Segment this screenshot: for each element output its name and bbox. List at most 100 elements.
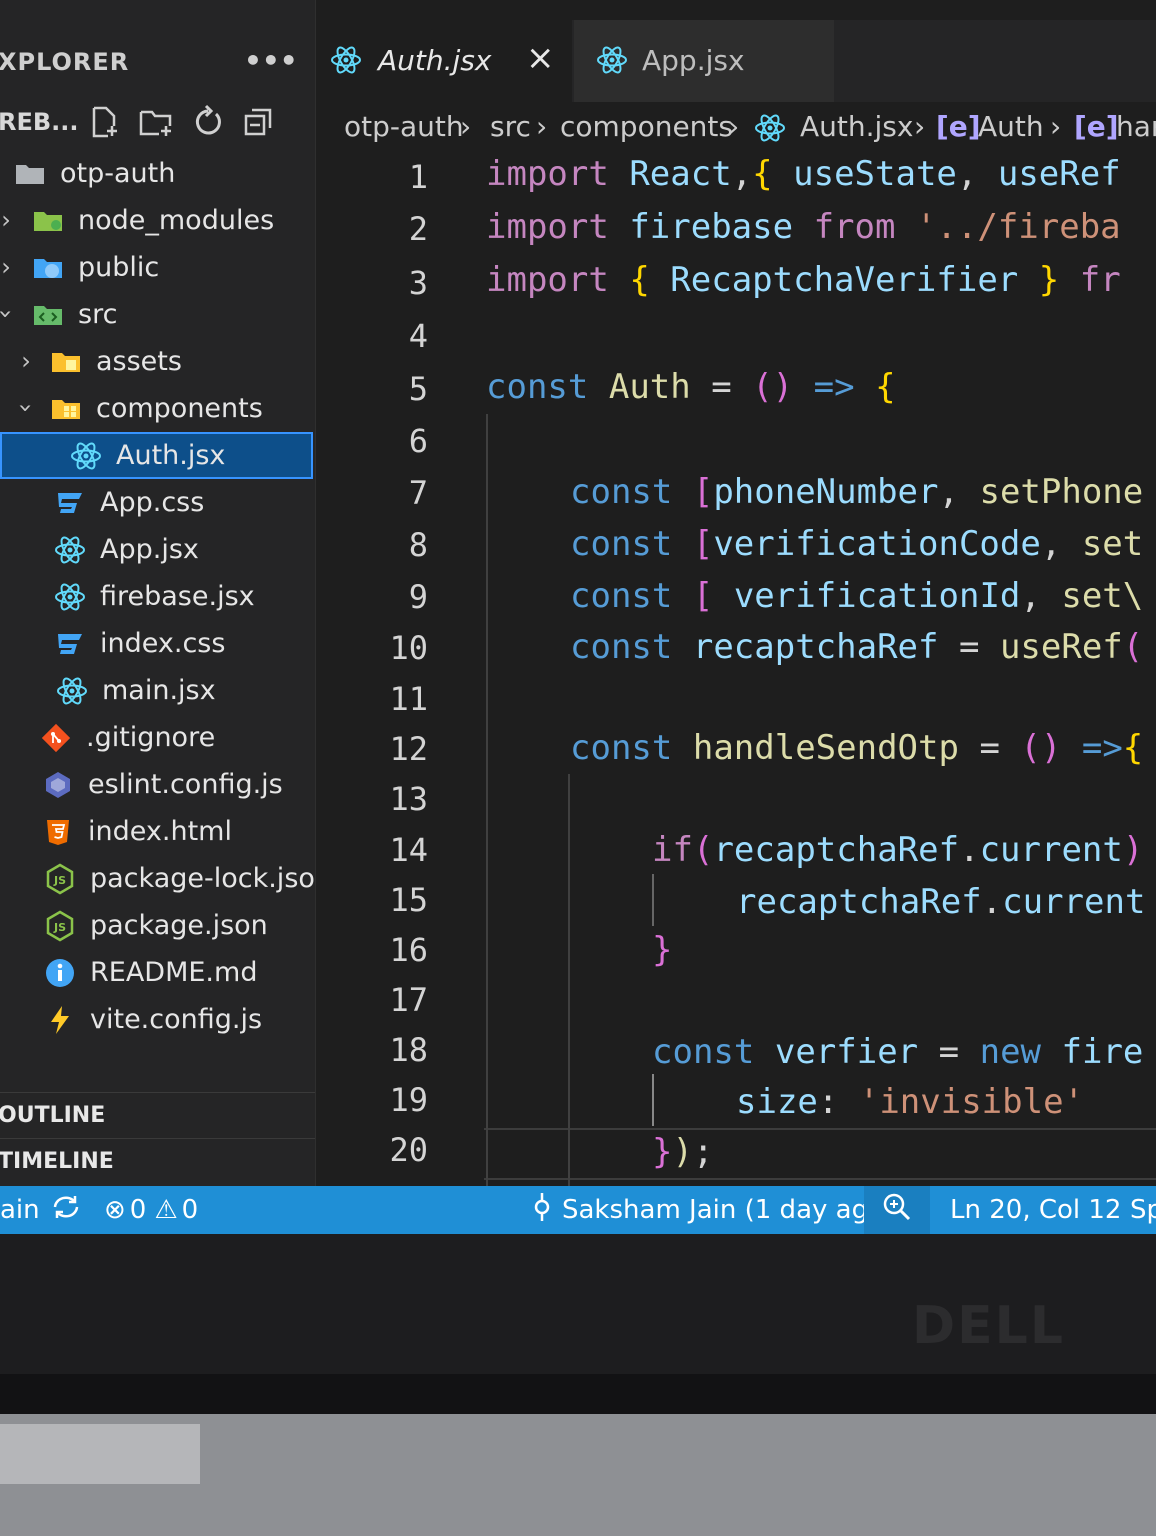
cursor-position[interactable]: Ln 20, Col 12 [950, 1186, 1121, 1234]
project-header[interactable]: REB... [0, 100, 315, 146]
tree-item-public[interactable]: › public [0, 244, 315, 291]
tree-label: vite.config.js [90, 1004, 263, 1035]
svg-text:JS: JS [53, 874, 66, 887]
tree-label: package.json [90, 910, 268, 941]
zoom-status[interactable] [864, 1186, 930, 1234]
tree-item-auth-jsx[interactable]: Auth.jsx [0, 432, 313, 479]
tree-label: assets [96, 346, 182, 377]
tree-item-eslint-config[interactable]: eslint.config.js [0, 761, 315, 808]
breadcrumb-item[interactable]: Auth.jsx [800, 110, 913, 143]
git-blame-status[interactable]: Saksham Jain (1 day ago) [530, 1186, 913, 1234]
code-line: const [phoneNumber, setPhone [570, 472, 1144, 512]
line-number: 10 [389, 629, 428, 667]
new-file-icon[interactable] [86, 104, 122, 140]
tree-item-package-json[interactable]: JS package.json [0, 902, 315, 949]
breadcrumb: otp-auth › src › components › Auth.jsx ›… [316, 102, 1156, 152]
warning-count: 0 [181, 1195, 199, 1225]
chevron-down-icon: › [12, 403, 40, 413]
line-number: 11 [389, 680, 428, 718]
collapse-all-icon[interactable] [242, 104, 278, 140]
tree-item-package-lock[interactable]: JS package-lock.json [0, 855, 332, 902]
refresh-icon[interactable] [190, 104, 226, 140]
assets-folder-icon [50, 346, 82, 378]
explorer-title: XPLORER [0, 48, 130, 76]
tab-bar: Auth.jsx × App.jsx [316, 20, 1156, 102]
code-line: }); [652, 1132, 714, 1172]
tree-item-otp-auth[interactable]: otp-auth [0, 150, 315, 197]
file-tree: otp-auth › node_modules › public › src [0, 150, 332, 1043]
tree-item-app-css[interactable]: App.css [0, 479, 315, 526]
indent-guide [568, 774, 570, 1186]
line-number: 9 [408, 578, 428, 616]
react-icon [54, 581, 86, 613]
error-icon: ⊗ [104, 1195, 126, 1225]
tree-label: .gitignore [86, 722, 216, 753]
html-icon [42, 816, 74, 848]
tab-auth-jsx[interactable]: Auth.jsx × [316, 20, 572, 102]
line-number: 6 [408, 422, 428, 460]
code-line: import firebase from '../fireba [486, 207, 1121, 247]
tree-label: node_modules [78, 205, 275, 236]
code-line: import { RecaptchaVerifier } fr [486, 260, 1121, 300]
code-line: const Auth = () => { [486, 367, 896, 407]
tree-label: src [78, 299, 118, 330]
chevron-right-icon: › [1, 253, 11, 281]
tab-app-jsx[interactable]: App.jsx [574, 20, 834, 102]
outline-section[interactable]: OUTLINE [0, 1092, 315, 1137]
tree-label: README.md [90, 957, 258, 988]
tree-item-node-modules[interactable]: › node_modules [0, 197, 315, 244]
tree-item-vite-config[interactable]: vite.config.js [0, 996, 315, 1043]
git-commit-icon [530, 1191, 554, 1230]
timeline-section[interactable]: TIMELINE [0, 1138, 315, 1183]
indent-guide [652, 874, 654, 926]
tree-item-main-jsx[interactable]: main.jsx [0, 667, 315, 714]
breadcrumb-item[interactable]: components [560, 110, 733, 143]
current-line-highlight [484, 1128, 1156, 1180]
tree-item-index-html[interactable]: index.html [0, 808, 315, 855]
new-folder-icon[interactable] [138, 104, 174, 140]
react-icon [330, 44, 362, 76]
tree-item-gitignore[interactable]: .gitignore [0, 714, 315, 761]
breadcrumb-item[interactable]: Auth [978, 110, 1044, 143]
timeline-label: TIMELINE [0, 1149, 114, 1174]
line-number: 7 [408, 474, 428, 512]
code-editor[interactable]: 1 2 3 4 5 6 7 8 9 10 11 12 13 14 15 16 1… [316, 152, 1156, 1186]
more-actions-icon[interactable]: ••• [244, 44, 298, 77]
git-icon [40, 722, 72, 754]
tree-label: firebase.jsx [100, 581, 255, 612]
code-line: const [verificationCode, set [570, 524, 1144, 564]
problems-status[interactable]: ⊗ 0 ⚠ 0 [104, 1186, 198, 1234]
breadcrumb-item[interactable]: otp-auth [344, 110, 464, 143]
tree-item-readme[interactable]: README.md [0, 949, 315, 996]
tree-item-src[interactable]: › src [0, 291, 315, 338]
react-icon [596, 44, 628, 76]
tree-item-assets[interactable]: › assets [0, 338, 315, 385]
explorer-sidebar: XPLORER ••• REB... otp-auth › node_modul [0, 0, 332, 1186]
indent-guide [486, 414, 488, 1186]
breadcrumb-item[interactable]: har [1116, 110, 1156, 143]
tree-label: package-lock.json [90, 863, 333, 894]
tree-item-components[interactable]: › components [0, 385, 315, 432]
css-icon [54, 487, 86, 519]
line-number: 18 [389, 1031, 428, 1069]
tree-item-index-css[interactable]: index.css [0, 620, 315, 667]
react-icon [56, 675, 88, 707]
tree-item-app-jsx[interactable]: App.jsx [0, 526, 315, 573]
sync-icon[interactable] [50, 1193, 82, 1228]
branch-status[interactable]: ain [0, 1186, 82, 1234]
chevron-right-icon: › [914, 110, 926, 143]
node-modules-folder-icon [32, 205, 64, 237]
line-number: 13 [389, 780, 428, 818]
tree-item-firebase-jsx[interactable]: firebase.jsx [0, 573, 315, 620]
breadcrumb-item[interactable]: src [490, 110, 531, 143]
indentation-status[interactable]: Sp [1130, 1186, 1156, 1234]
tree-label: main.jsx [102, 675, 216, 706]
code-line: recaptchaRef.current [736, 882, 1146, 922]
line-number: 3 [408, 264, 428, 302]
folder-icon [14, 158, 46, 190]
react-icon [70, 440, 102, 472]
line-number: 5 [408, 370, 428, 408]
close-icon[interactable]: × [526, 38, 555, 78]
components-folder-icon [50, 393, 82, 425]
project-label: REB... [0, 108, 79, 136]
